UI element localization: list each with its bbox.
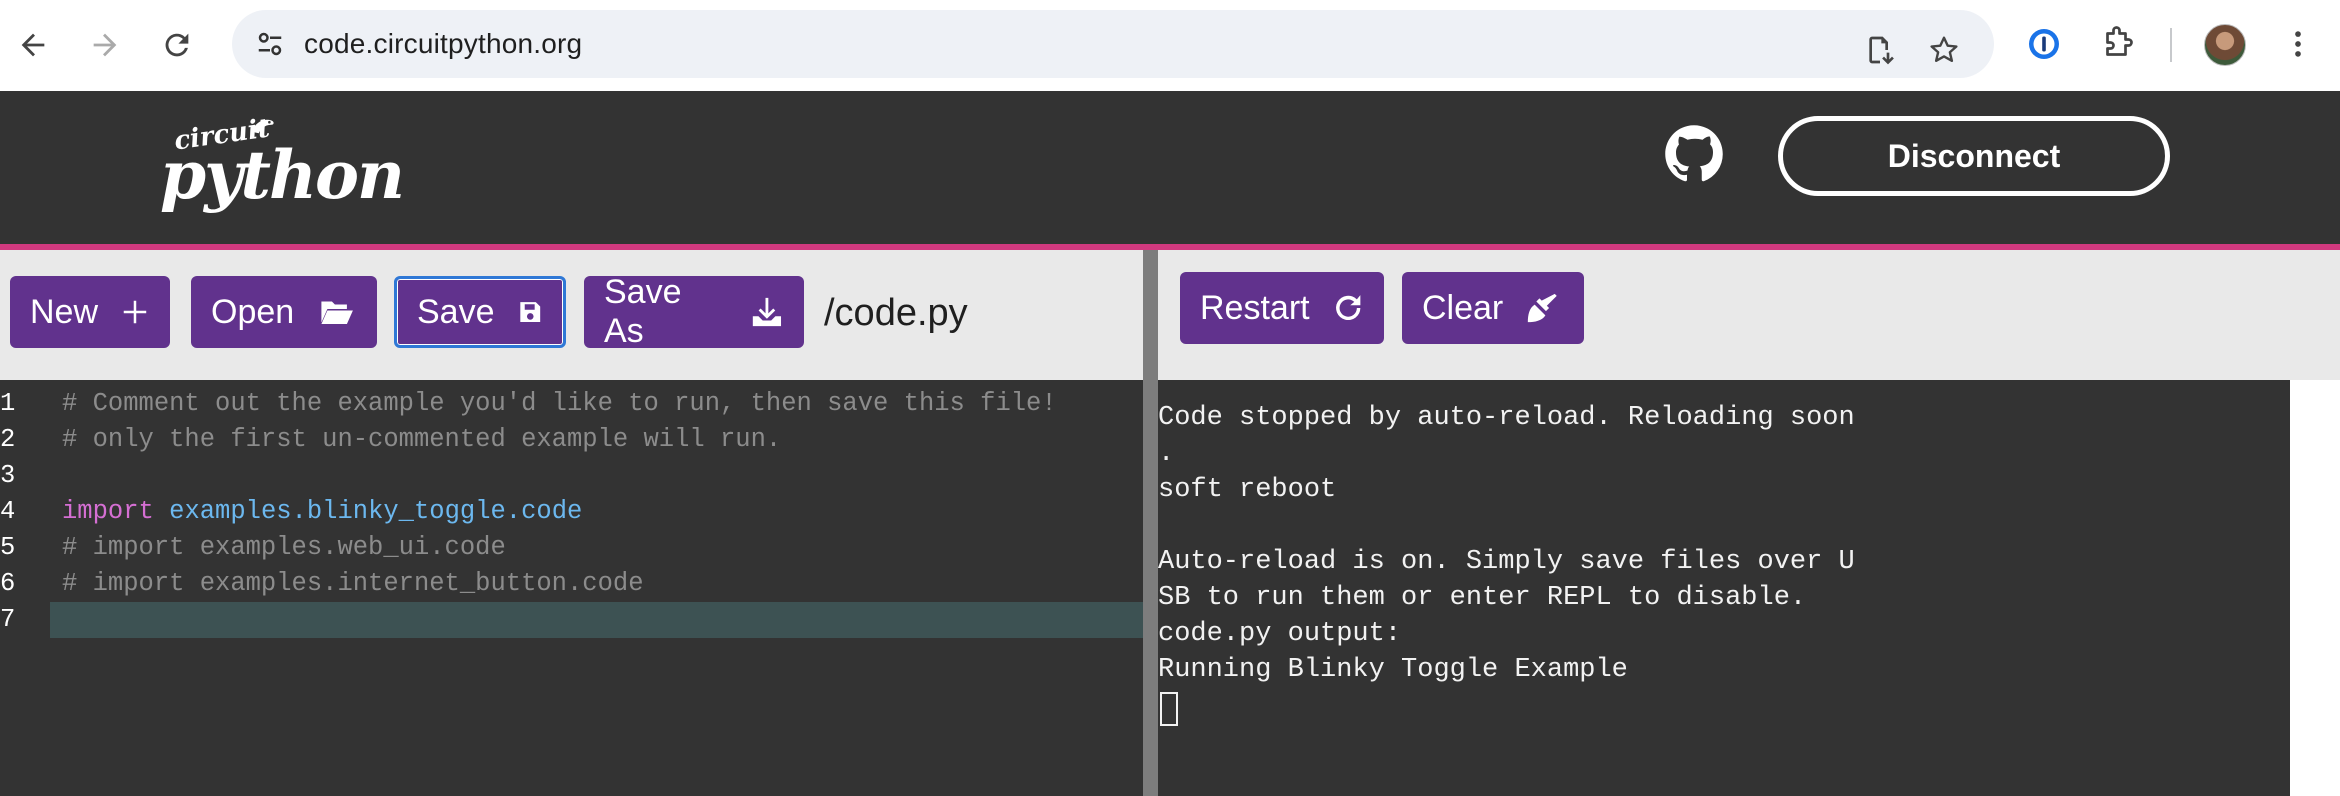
line-number: 3 (0, 461, 16, 490)
restart-button[interactable]: Restart (1180, 272, 1384, 344)
terminal-scroll-area[interactable] (2290, 380, 2340, 796)
code-line: 4 import examples.blinky_toggle.code (0, 494, 1143, 530)
address-bar[interactable]: code.circuitpython.org (232, 10, 1994, 78)
github-icon (1665, 125, 1723, 182)
password-manager-extension[interactable] (2022, 22, 2066, 66)
code-line: 1 # Comment out the example you'd like t… (0, 386, 1143, 422)
code-text: # import examples.web_ui.code (62, 533, 506, 562)
keyword-token: import (62, 497, 154, 526)
more-vert-icon (2295, 31, 2301, 57)
disconnect-button[interactable]: Disconnect (1778, 116, 2170, 196)
line-number: 7 (0, 605, 16, 634)
code-line: 3 (0, 458, 1143, 494)
site-info-button[interactable] (250, 24, 290, 64)
tune-icon (258, 32, 282, 56)
code-text: import examples.blinky_toggle.code (62, 494, 582, 530)
rotate-right-icon (1335, 295, 1360, 321)
pane-splitter[interactable] (1143, 250, 1158, 796)
clear-button-label: Clear (1422, 288, 1504, 327)
restart-button-label: Restart (1200, 288, 1310, 327)
download-icon (752, 297, 782, 327)
current-filename: /code.py (824, 292, 968, 334)
open-file-button[interactable]: Open (191, 276, 377, 348)
line-number: 5 (0, 533, 16, 562)
code-line: 5 # import examples.web_ui.code (0, 530, 1143, 566)
arrow-left-icon (21, 33, 45, 57)
editor-pane: New Open Save Save As /code.py 1 # Comme… (0, 250, 1143, 796)
code-line-active: 7 (0, 602, 1143, 638)
extensions-button[interactable] (2096, 22, 2140, 66)
workspace: New Open Save Save As /code.py 1 # Comme… (0, 250, 2340, 796)
open-button-label: Open (211, 292, 295, 331)
toolbar-divider (2170, 28, 2172, 62)
terminal-cursor (1160, 692, 1178, 726)
save-file-button[interactable]: Save (394, 276, 566, 348)
terminal-line: soft reboot (1158, 475, 1337, 505)
line-number: 6 (0, 569, 16, 598)
bookmark-button[interactable] (1924, 30, 1964, 70)
line-number: 2 (0, 425, 16, 454)
browser-toolbar: code.circuitpython.org (0, 0, 2340, 90)
profile-avatar[interactable] (2204, 24, 2246, 66)
save-as-button-label: Save As (604, 273, 682, 350)
broom-icon (1528, 293, 1557, 323)
line-number: 4 (0, 497, 16, 526)
code-text: # Comment out the example you'd like to … (62, 389, 1057, 418)
terminal-line: . (1158, 439, 1175, 469)
arrow-right-icon (93, 33, 117, 57)
plus-icon (123, 300, 147, 324)
folder-open-icon (321, 301, 354, 324)
code-line: 6 # import examples.internet_button.code (0, 566, 1143, 602)
serial-pane: Restart Clear Code stopped by auto-reloa… (1158, 250, 2340, 796)
onepassword-icon (2029, 29, 2059, 59)
reload-icon (165, 33, 189, 57)
url-text[interactable]: code.circuitpython.org (304, 28, 582, 60)
terminal-line: Auto-reload is on. Simply save files ove… (1158, 547, 1855, 577)
clear-button[interactable]: Clear (1402, 272, 1584, 344)
snake-icon (251, 119, 274, 134)
terminal-line: code.py output: (1158, 619, 1402, 649)
install-page-icon (1869, 36, 1894, 65)
save-button-label: Save (417, 292, 495, 331)
terminal-line: SB to run them or enter REPL to disable. (1158, 583, 1807, 613)
code-line: 2 # only the first un-commented example … (0, 422, 1143, 458)
star-icon (1930, 36, 1958, 62)
circuitpython-logo[interactable]: circuit python (160, 112, 405, 216)
module-token: examples.blinky_toggle.code (169, 497, 583, 526)
terminal-line: Running Blinky Toggle Example (1158, 655, 1628, 685)
floppy-disk-icon (519, 302, 540, 322)
browser-menu-button[interactable] (2276, 22, 2320, 66)
new-button-label: New (30, 292, 99, 331)
serial-terminal[interactable]: Code stopped by auto-reload. Reloading s… (1158, 380, 2290, 796)
code-editor[interactable]: 1 # Comment out the example you'd like t… (0, 380, 1143, 796)
puzzle-icon (2106, 26, 2133, 56)
code-text: # only the first un-commented example wi… (62, 425, 782, 454)
install-app-button[interactable] (1860, 30, 1900, 70)
new-file-button[interactable]: New (10, 276, 170, 348)
github-link[interactable] (1664, 124, 1724, 184)
line-number: 1 (0, 389, 16, 418)
code-text: # import examples.internet_button.code (62, 569, 644, 598)
terminal-line: Code stopped by auto-reload. Reloading s… (1158, 403, 1855, 433)
back-button[interactable] (8, 20, 58, 70)
active-line-highlight (50, 602, 1143, 638)
logo-text-big: python (160, 136, 405, 214)
reload-button[interactable] (152, 20, 202, 70)
forward-button[interactable] (80, 20, 130, 70)
save-as-button[interactable]: Save As (584, 273, 804, 350)
